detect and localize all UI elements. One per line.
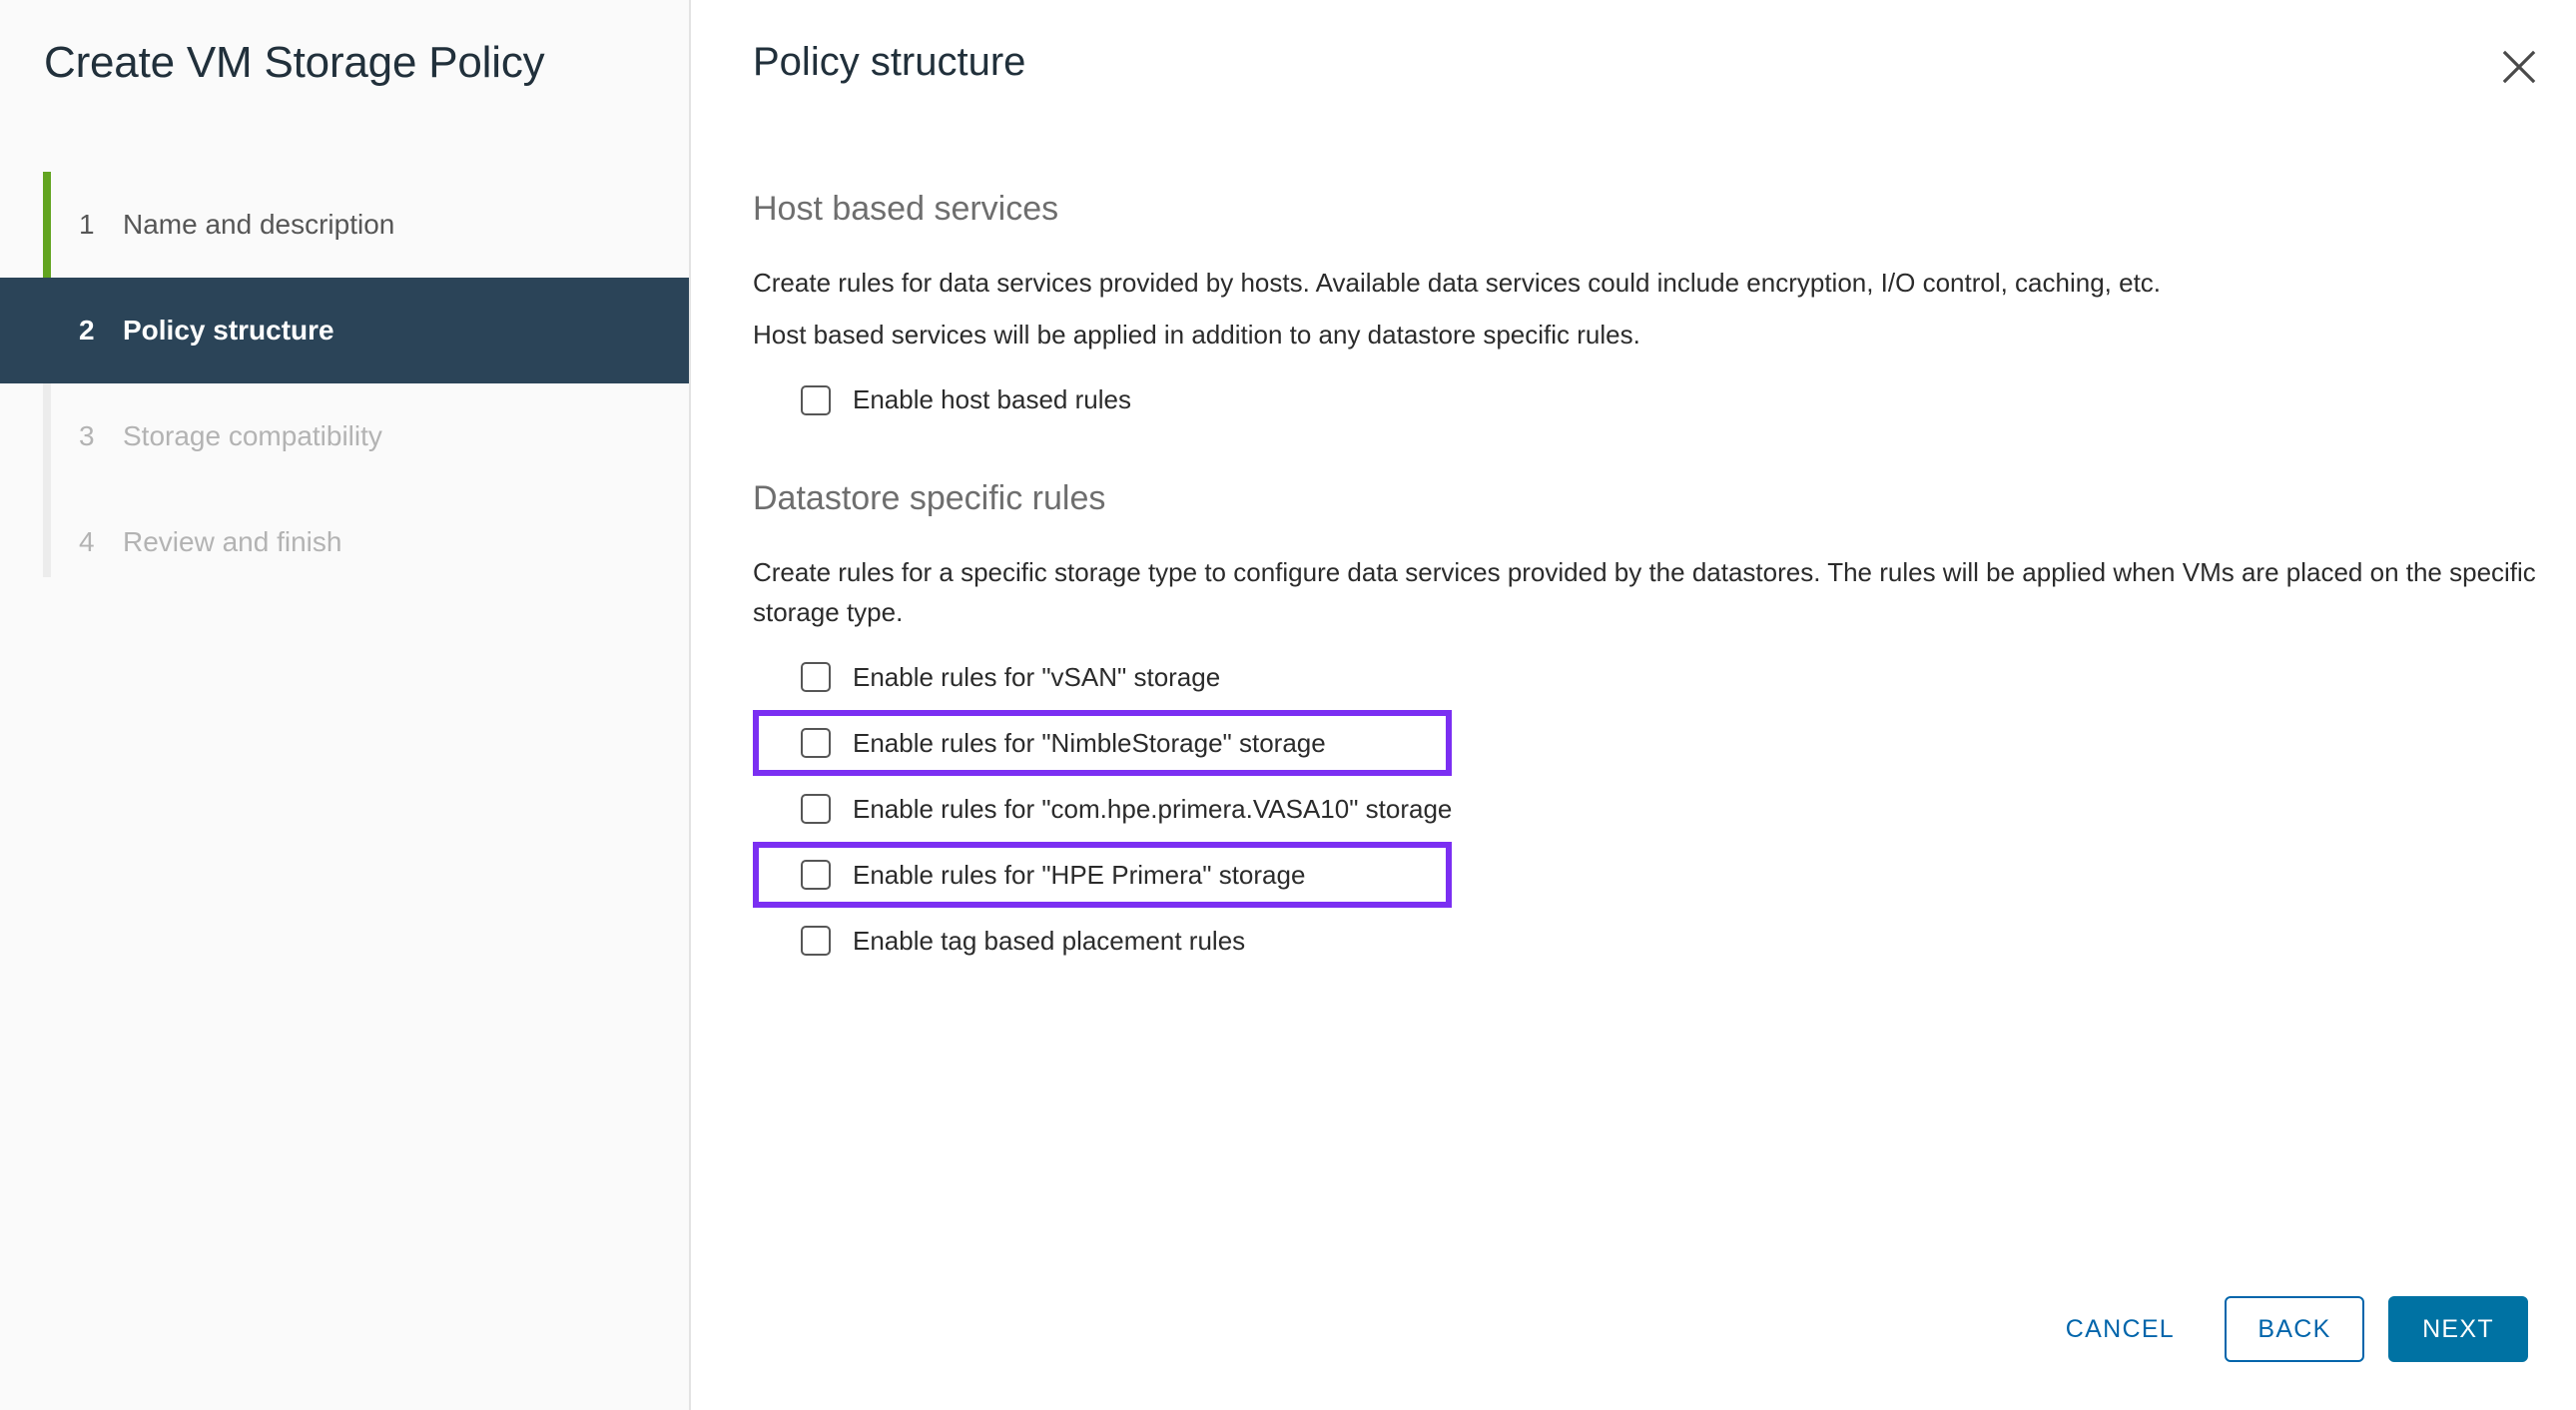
wizard-step-number: 1 (79, 209, 95, 240)
host-based-services-paragraph-1: Create rules for data services provided … (753, 268, 2162, 298)
cancel-button[interactable]: CANCEL (2040, 1296, 2201, 1362)
wizard-step-label: Review and finish (123, 526, 342, 557)
wizard-main-panel: Policy structure Host based services Cre… (691, 0, 2576, 1410)
wizard-step-list: 1 Name and description 2 Policy structur… (0, 172, 691, 595)
checkbox-label[interactable]: Enable rules for "NimbleStorage" storage (853, 728, 1326, 759)
checkbox-enable-host-based-rules[interactable] (801, 384, 831, 415)
wizard-step-policy-structure[interactable]: 2 Policy structure (0, 278, 689, 383)
wizard-step-label: Name and description (123, 209, 395, 240)
close-icon[interactable] (2492, 40, 2546, 94)
create-vm-storage-policy-wizard: Create VM Storage Policy 1 Name and desc… (0, 0, 2576, 1410)
datastore-checkbox-list: Enable rules for "vSAN" storage Enable r… (753, 644, 2576, 974)
checkbox-label[interactable]: Enable rules for "HPE Primera" storage (853, 860, 1305, 891)
checkbox-row-nimblestorage-storage[interactable]: Enable rules for "NimbleStorage" storage (753, 710, 1452, 777)
checkbox-label[interactable]: Enable tag based placement rules (853, 926, 1245, 957)
datastore-specific-rules-heading: Datastore specific rules (753, 478, 1106, 517)
checkbox-row-tag-based-placement-rules[interactable]: Enable tag based placement rules (753, 908, 2576, 974)
host-based-services-paragraph-2: Host based services will be applied in a… (753, 320, 1640, 351)
checkbox-label[interactable]: Enable rules for "com.hpe.primera.VASA10… (853, 794, 1452, 825)
checkbox-enable-tag-based-placement-rules[interactable] (801, 926, 831, 957)
wizard-step-label: Policy structure (123, 315, 334, 346)
checkbox-label[interactable]: Enable host based rules (853, 384, 1131, 415)
checkbox-enable-rules-hpe-primera[interactable] (801, 860, 831, 891)
policy-structure-content: Host based services Create rules for dat… (753, 190, 2576, 974)
wizard-footer-actions: CANCEL BACK NEXT (2040, 1296, 2528, 1362)
step-accent-bar (43, 172, 51, 278)
host-based-services-heading: Host based services (753, 190, 1059, 228)
wizard-step-storage-compatibility[interactable]: 3 Storage compatibility (0, 383, 691, 489)
next-button[interactable]: NEXT (2388, 1296, 2528, 1362)
checkbox-row-vsan-storage[interactable]: Enable rules for "vSAN" storage (753, 644, 2576, 710)
checkbox-row-enable-host-based-rules[interactable]: Enable host based rules (753, 367, 2576, 433)
checkbox-enable-rules-nimblestorage[interactable] (801, 728, 831, 759)
back-button[interactable]: BACK (2225, 1296, 2364, 1362)
checkbox-enable-rules-com-hpe-primera-vasa10[interactable] (801, 794, 831, 825)
wizard-step-number: 4 (79, 526, 95, 557)
wizard-step-review-and-finish[interactable]: 4 Review and finish (0, 489, 691, 595)
checkbox-enable-rules-vsan[interactable] (801, 662, 831, 693)
datastore-specific-rules-paragraph: Create rules for a specific storage type… (753, 556, 2536, 627)
checkbox-row-com-hpe-primera-vasa10-storage[interactable]: Enable rules for "com.hpe.primera.VASA10… (753, 776, 2576, 842)
wizard-title: Create VM Storage Policy (44, 38, 545, 87)
wizard-sidebar: Create VM Storage Policy 1 Name and desc… (0, 0, 691, 1410)
wizard-step-number: 2 (79, 315, 95, 346)
wizard-step-name-and-description[interactable]: 1 Name and description (0, 172, 691, 278)
page-title: Policy structure (753, 40, 1026, 84)
checkbox-label[interactable]: Enable rules for "vSAN" storage (853, 662, 1220, 693)
checkbox-row-hpe-primera-storage[interactable]: Enable rules for "HPE Primera" storage (753, 842, 1452, 909)
wizard-step-label: Storage compatibility (123, 420, 382, 451)
wizard-step-number: 3 (79, 420, 95, 451)
host-based-checkbox-list: Enable host based rules (753, 367, 2576, 433)
